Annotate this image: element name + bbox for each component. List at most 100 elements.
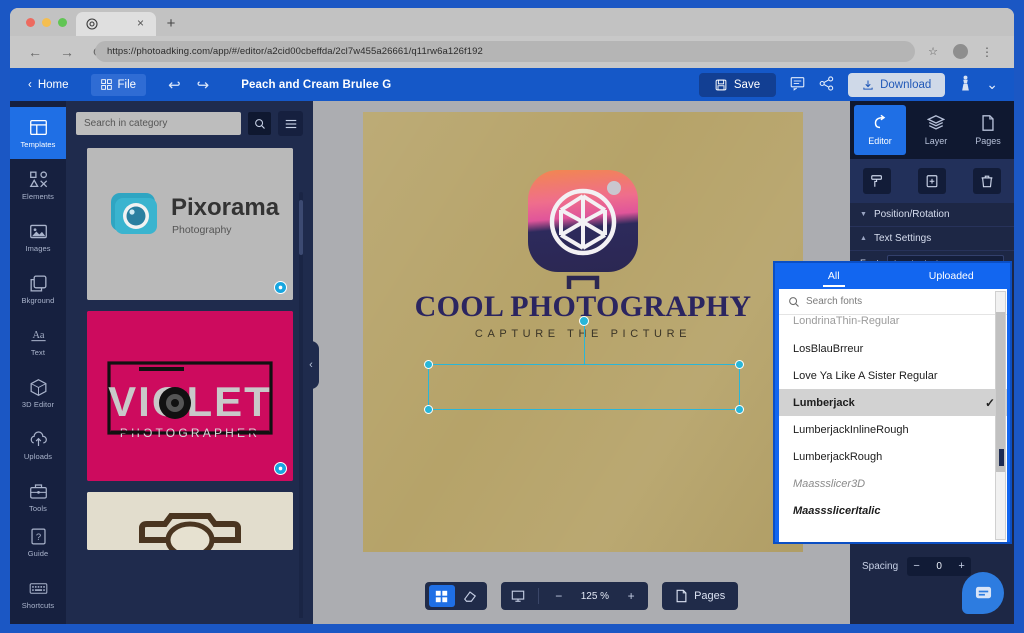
save-button[interactable]: Save [699,73,776,97]
resize-handle-bottom-left[interactable] [424,405,433,414]
eraser-icon[interactable] [457,585,483,607]
scrollbar-thumb[interactable] [299,200,303,255]
editor-icon [871,114,889,132]
template-thumb-vintage [87,492,293,550]
font-option-label: Maassslicer3D [793,478,865,490]
window-minimize-button[interactable] [42,18,51,27]
browser-menu-icon[interactable]: ⋮ [980,45,994,59]
browser-tab[interactable]: × [76,12,156,36]
sidebar-item-text[interactable]: Aa Text [10,315,66,367]
font-dropdown-tabs: All Uploaded [775,263,1010,289]
pages-button[interactable]: Pages [662,582,738,610]
search-icon[interactable] [248,112,271,135]
tab-layer[interactable]: Layer [910,101,962,159]
sidebar-item-uploads[interactable]: Uploads [10,419,66,471]
redo-button[interactable]: ↪ [197,76,210,94]
font-tab-uploaded[interactable]: Uploaded [893,263,1011,289]
forward-icon[interactable]: → [54,39,80,65]
design-canvas[interactable]: COOL PHOTOGRAPHY CAPTURE THE PICTURE [363,112,803,552]
presentation-icon[interactable] [505,585,531,607]
sidebar-item-3d-editor[interactable]: 3D Editor [10,367,66,419]
undo-button[interactable]: ↩ [168,76,181,94]
template-grid[interactable]: Pixorama Photography VIOLET PHOTOGRA [76,148,303,618]
rotate-handle[interactable] [579,316,589,326]
sidebar-item-label: Guide [28,549,49,558]
bookmark-star-icon[interactable]: ☆ [926,45,940,59]
profile-avatar[interactable] [953,44,968,59]
section-text-settings[interactable]: ▲ Text Settings [850,227,1014,251]
trash-icon[interactable] [973,168,1001,194]
window-close-button[interactable] [26,18,35,27]
list-icon[interactable] [278,111,303,136]
tab-editor[interactable]: Editor [854,105,906,155]
scrollbar-thumb[interactable] [996,312,1005,472]
font-option-label: LondrinaThin-Regular [793,315,899,327]
templates-panel: Pixorama Photography VIOLET PHOTOGRA [66,101,313,624]
sidebar-item-guide[interactable]: ? Guide [10,516,66,568]
scroll-marker [999,449,1004,466]
tab-close-icon[interactable]: × [134,17,147,30]
font-dropdown[interactable]: All Uploaded LondrinaThin-Regular LosBla… [773,261,1012,544]
home-button[interactable]: ‹ Home [28,79,69,91]
font-option-lumberjack[interactable]: Lumberjack ✓ [779,389,1007,416]
search-input[interactable] [76,112,241,135]
section-position-rotation[interactable]: ▼ Position/Rotation [850,203,1014,227]
spacing-label: Spacing [862,561,898,572]
font-dropdown-scrollbar[interactable] [995,291,1006,540]
chevron-down-icon[interactable]: ⌄ [986,76,998,93]
spacing-decrement-button[interactable]: − [907,557,926,576]
file-menu-button[interactable]: File [91,74,147,96]
elements-icon [29,170,48,189]
paint-roller-icon[interactable] [863,168,891,194]
sidebar-item-shortcuts[interactable]: Shortcuts [10,568,66,620]
template-card[interactable]: VIOLET PHOTOGRAPHER [87,311,293,481]
premium-icon[interactable] [959,75,972,95]
duplicate-icon[interactable] [918,168,946,194]
comment-icon[interactable] [790,76,805,94]
chevron-down-icon: ▼ [860,211,867,218]
resize-handle-bottom-right[interactable] [735,405,744,414]
templates-scrollbar[interactable] [299,192,303,618]
resize-handle-top-left[interactable] [424,360,433,369]
font-option-lumberjackinlinerough[interactable]: LumberjackInlineRough [779,416,1007,443]
back-icon[interactable]: ← [22,39,48,65]
font-option-lumberjackrough[interactable]: LumberjackRough [779,443,1007,470]
sidebar-item-bkground[interactable]: Bkground [10,263,66,315]
font-tab-all[interactable]: All [775,263,893,289]
share-icon[interactable] [819,76,834,94]
font-option-loveyalikeasister[interactable]: Love Ya Like A Sister Regular [779,362,1007,389]
template-card[interactable]: Pixorama Photography [87,148,293,300]
font-option-londrinathin[interactable]: LondrinaThin-Regular [779,315,1007,335]
panel-collapse-button[interactable]: ‹ [303,341,319,389]
selection-bounding-box[interactable] [428,364,740,410]
address-bar[interactable]: https://photoadking.com/app/#/editor/a2c… [95,41,915,62]
spacing-stepper[interactable]: − 0 + [907,557,971,576]
spacing-value[interactable]: 0 [926,561,952,572]
sidebar-item-elements[interactable]: Elements [10,159,66,211]
font-option-losblaubrreur[interactable]: LosBlauBrreur [779,335,1007,362]
font-option-maasssliceritalic[interactable]: MaassslicerItalic [779,497,1007,524]
document-title[interactable]: Peach and Cream Brulee G [241,79,391,91]
spacing-increment-button[interactable]: + [952,557,971,576]
zoom-in-button[interactable]: + [618,585,644,607]
font-option-label: LosBlauBrreur [793,343,863,355]
grid-icon[interactable] [429,585,455,607]
browser-navbar: ← → ⟳ https://photoadking.com/app/#/edit… [10,36,1014,68]
resize-handle-top-right[interactable] [735,360,744,369]
logo-tagline-text[interactable]: CAPTURE THE PICTURE [475,328,691,340]
help-chat-button[interactable] [962,572,1004,614]
divider [538,588,539,604]
logo-graphic[interactable] [528,170,638,290]
toolbox-icon [29,482,48,501]
font-search-input[interactable] [806,296,966,307]
sidebar-item-images[interactable]: Images [10,211,66,263]
window-maximize-button[interactable] [58,18,67,27]
new-tab-button[interactable]: + [162,15,180,33]
zoom-out-button[interactable]: − [546,585,572,607]
download-icon [862,79,874,91]
template-card[interactable] [87,492,293,550]
tab-pages[interactable]: Pages [962,101,1014,159]
font-option-maassslicer3d[interactable]: Maassslicer3D [779,470,1007,497]
download-button[interactable]: Download [848,73,945,97]
sidebar-item-templates[interactable]: Templates [10,107,66,159]
